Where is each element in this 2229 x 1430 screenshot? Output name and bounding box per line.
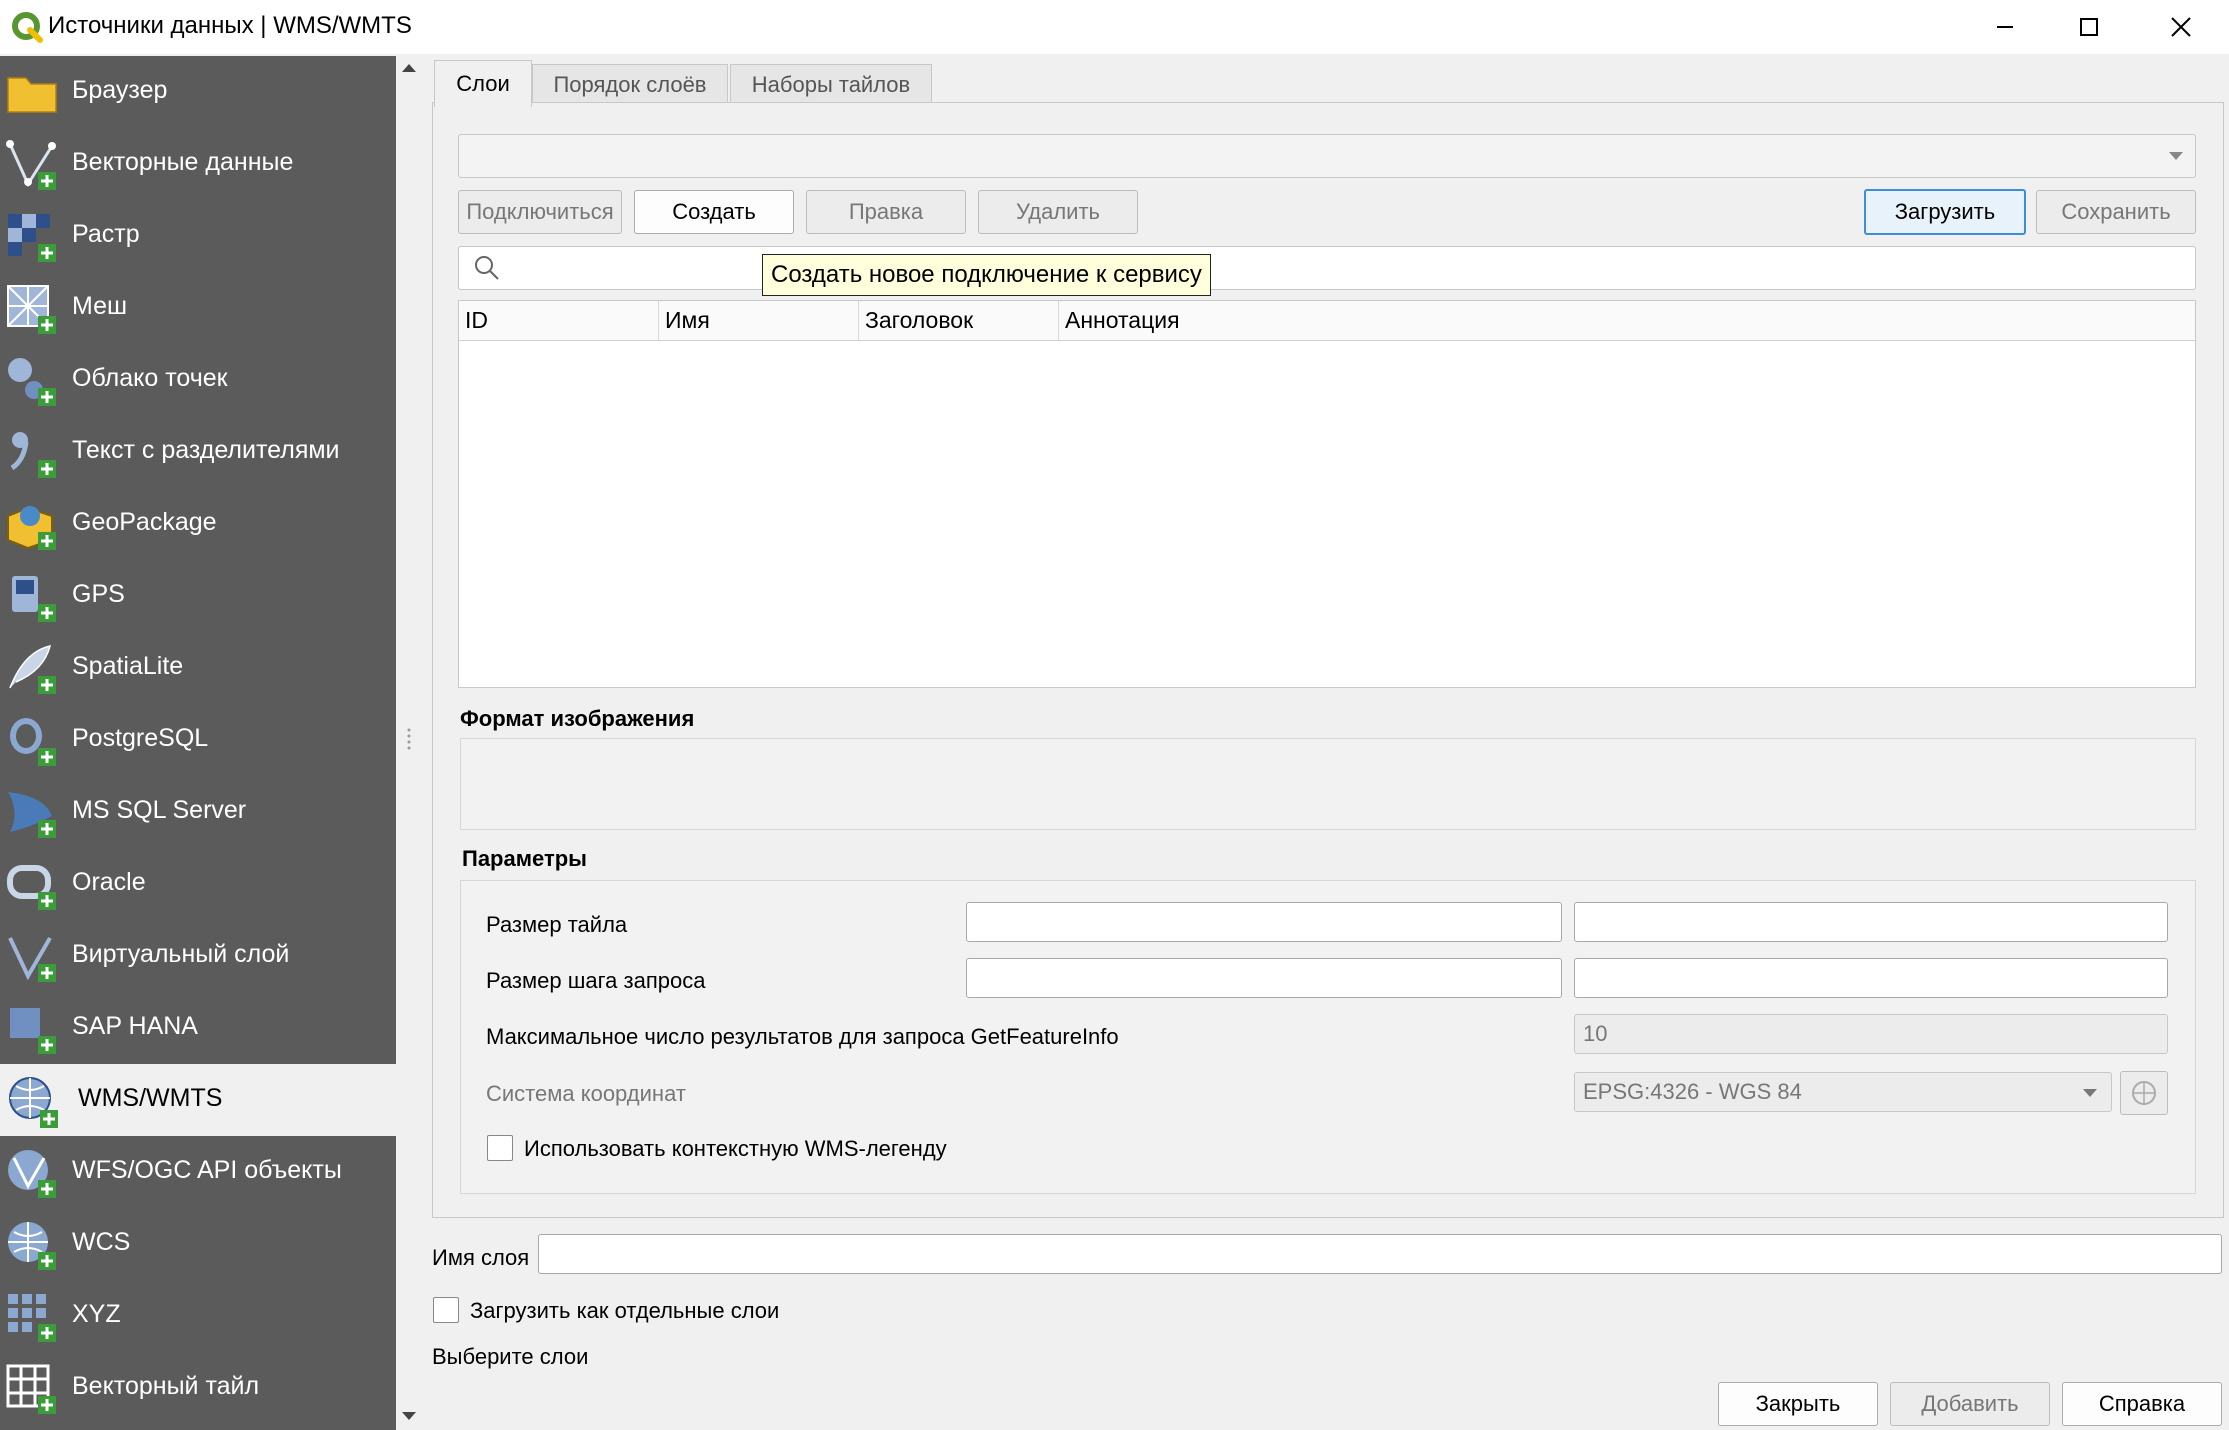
sidebar-item-raster[interactable]: Растр xyxy=(0,200,396,272)
close-window-button[interactable] xyxy=(2136,0,2226,54)
vector-tile-add-icon xyxy=(6,1364,56,1414)
scroll-up-icon xyxy=(402,64,416,72)
crs-label: Система координат xyxy=(486,1081,686,1106)
qgis-logo-icon xyxy=(12,12,43,43)
sidebar-item-wms-wmts[interactable]: WMS/WMTS xyxy=(0,1064,396,1136)
oracle-add-icon xyxy=(7,865,56,910)
save-button[interactable]: Сохранить xyxy=(2036,190,2196,234)
sidebar-item-spatialite[interactable]: SpatiaLite xyxy=(0,632,396,704)
folder-icon xyxy=(7,77,57,113)
maximize-button[interactable] xyxy=(2044,0,2134,54)
spatialite-add-icon xyxy=(9,644,56,694)
sidebar-item-browser[interactable]: Браузер xyxy=(0,56,396,128)
sidebar-item-geopackage[interactable]: GeoPackage xyxy=(0,488,396,560)
column-header-id[interactable]: ID xyxy=(459,301,659,341)
sidebar-item-mesh[interactable]: Меш xyxy=(0,272,396,344)
wcs-add-icon xyxy=(8,1222,56,1270)
maximize-icon xyxy=(2080,18,2098,36)
contextual-legend-checkbox[interactable] xyxy=(487,1135,513,1161)
column-header-abstract[interactable]: Аннотация xyxy=(1059,301,2195,341)
title-bar: Источники данных | WMS/WMTS xyxy=(0,0,2229,54)
connect-button[interactable]: Подключиться xyxy=(458,190,622,234)
layer-name-input[interactable] xyxy=(538,1234,2222,1274)
splitter-handle-icon xyxy=(407,728,411,750)
mssql-add-icon xyxy=(8,792,56,838)
vector-add-icon xyxy=(6,140,56,190)
create-tooltip: Создать новое подключение к сервису xyxy=(762,254,1211,296)
scroll-down-icon xyxy=(402,1412,416,1420)
sidebar-scrollbar[interactable] xyxy=(396,56,422,1430)
sidebar-item-xyz[interactable]: XYZ xyxy=(0,1280,396,1352)
sidebar-item-delimited-text[interactable]: Текст с разделителями xyxy=(0,416,396,488)
sidebar-item-sap-hana[interactable]: SAP HANA xyxy=(0,992,396,1064)
globe-icon xyxy=(2132,1081,2156,1105)
crs-selector-button[interactable] xyxy=(2120,1071,2168,1115)
image-format-heading: Формат изображения xyxy=(460,706,695,731)
sidebar-item-point-cloud[interactable]: Облако точек xyxy=(0,344,396,416)
tile-height-input[interactable] xyxy=(1574,902,2168,942)
column-header-title[interactable]: Заголовок xyxy=(859,301,1059,341)
sidebar-item-vector-tile[interactable]: Векторный тайл xyxy=(0,1352,396,1424)
delimited-text-add-icon xyxy=(10,432,56,478)
layer-search-input[interactable] xyxy=(458,246,2196,290)
wfs-add-icon xyxy=(8,1150,56,1198)
column-header-name[interactable]: Имя xyxy=(659,301,859,341)
params-heading: Параметры xyxy=(462,846,587,871)
chevron-down-icon xyxy=(2083,1089,2097,1097)
step-height-input[interactable] xyxy=(1574,958,2168,998)
crs-select[interactable]: EPSG:4326 - WGS 84 xyxy=(1574,1072,2112,1112)
sap-hana-add-icon xyxy=(10,1008,56,1054)
wms-add-icon xyxy=(9,1077,58,1128)
load-separate-checkbox[interactable] xyxy=(433,1297,459,1323)
chevron-down-icon xyxy=(2169,152,2183,160)
sidebar-item-wcs[interactable]: WCS xyxy=(0,1208,396,1280)
tab-tilesets[interactable]: Наборы тайлов xyxy=(730,64,932,105)
step-width-input[interactable] xyxy=(966,958,1562,998)
status-text: Выберите слои xyxy=(432,1344,589,1369)
tile-size-label: Размер тайла xyxy=(486,912,628,937)
add-button[interactable]: Добавить xyxy=(1890,1382,2050,1426)
postgresql-add-icon xyxy=(10,718,56,766)
geopackage-add-icon xyxy=(7,506,56,550)
sidebar-item-wfs[interactable]: WFS/OGC API объекты xyxy=(0,1136,396,1208)
xyz-add-icon xyxy=(8,1294,56,1342)
tab-layers[interactable]: Слои xyxy=(434,60,532,107)
tile-width-input[interactable] xyxy=(966,902,1562,942)
gps-add-icon xyxy=(12,576,56,622)
request-step-label: Размер шага запроса xyxy=(486,968,706,993)
source-list: Браузер Векторные данные Растр Меш Облак… xyxy=(0,56,396,1430)
sidebar-item-mssql[interactable]: MS SQL Server xyxy=(0,776,396,848)
contextual-legend-label: Использовать контекстную WMS-легенду xyxy=(524,1136,947,1161)
minimize-button[interactable] xyxy=(1960,0,2050,54)
virtual-layer-add-icon xyxy=(8,936,56,982)
point-cloud-add-icon xyxy=(8,358,56,406)
max-results-input[interactable]: 10 xyxy=(1574,1014,2168,1054)
layer-name-label: Имя слоя xyxy=(432,1245,530,1270)
help-button[interactable]: Справка xyxy=(2062,1382,2222,1426)
sidebar-item-postgresql[interactable]: PostgreSQL xyxy=(0,704,396,776)
layers-table[interactable]: ID Имя Заголовок Аннотация xyxy=(458,300,2196,688)
connection-select[interactable] xyxy=(458,134,2196,178)
load-button[interactable]: Загрузить xyxy=(1864,189,2026,235)
tab-layer-order[interactable]: Порядок слоёв xyxy=(532,64,728,105)
load-separate-label: Загрузить как отдельные слои xyxy=(470,1298,780,1323)
create-button[interactable]: Создать xyxy=(634,190,794,234)
sidebar-item-oracle[interactable]: Oracle xyxy=(0,848,396,920)
sidebar-item-vector[interactable]: Векторные данные xyxy=(0,128,396,200)
raster-add-icon xyxy=(8,214,56,262)
search-icon xyxy=(475,256,499,280)
window-title: Источники данных | WMS/WMTS xyxy=(48,12,412,39)
close-icon xyxy=(2171,17,2191,37)
sidebar-item-gps[interactable]: GPS xyxy=(0,560,396,632)
image-format-group xyxy=(460,738,2196,830)
minimize-icon xyxy=(1997,26,2013,28)
sidebar-item-virtual-layer[interactable]: Виртуальный слой xyxy=(0,920,396,992)
mesh-add-icon xyxy=(7,285,56,334)
max-results-label: Максимальное число результатов для запро… xyxy=(486,1024,1119,1049)
delete-button[interactable]: Удалить xyxy=(978,190,1138,234)
edit-button[interactable]: Правка xyxy=(806,190,966,234)
crs-value: EPSG:4326 - WGS 84 xyxy=(1583,1079,1802,1104)
close-button[interactable]: Закрыть xyxy=(1718,1382,1878,1426)
